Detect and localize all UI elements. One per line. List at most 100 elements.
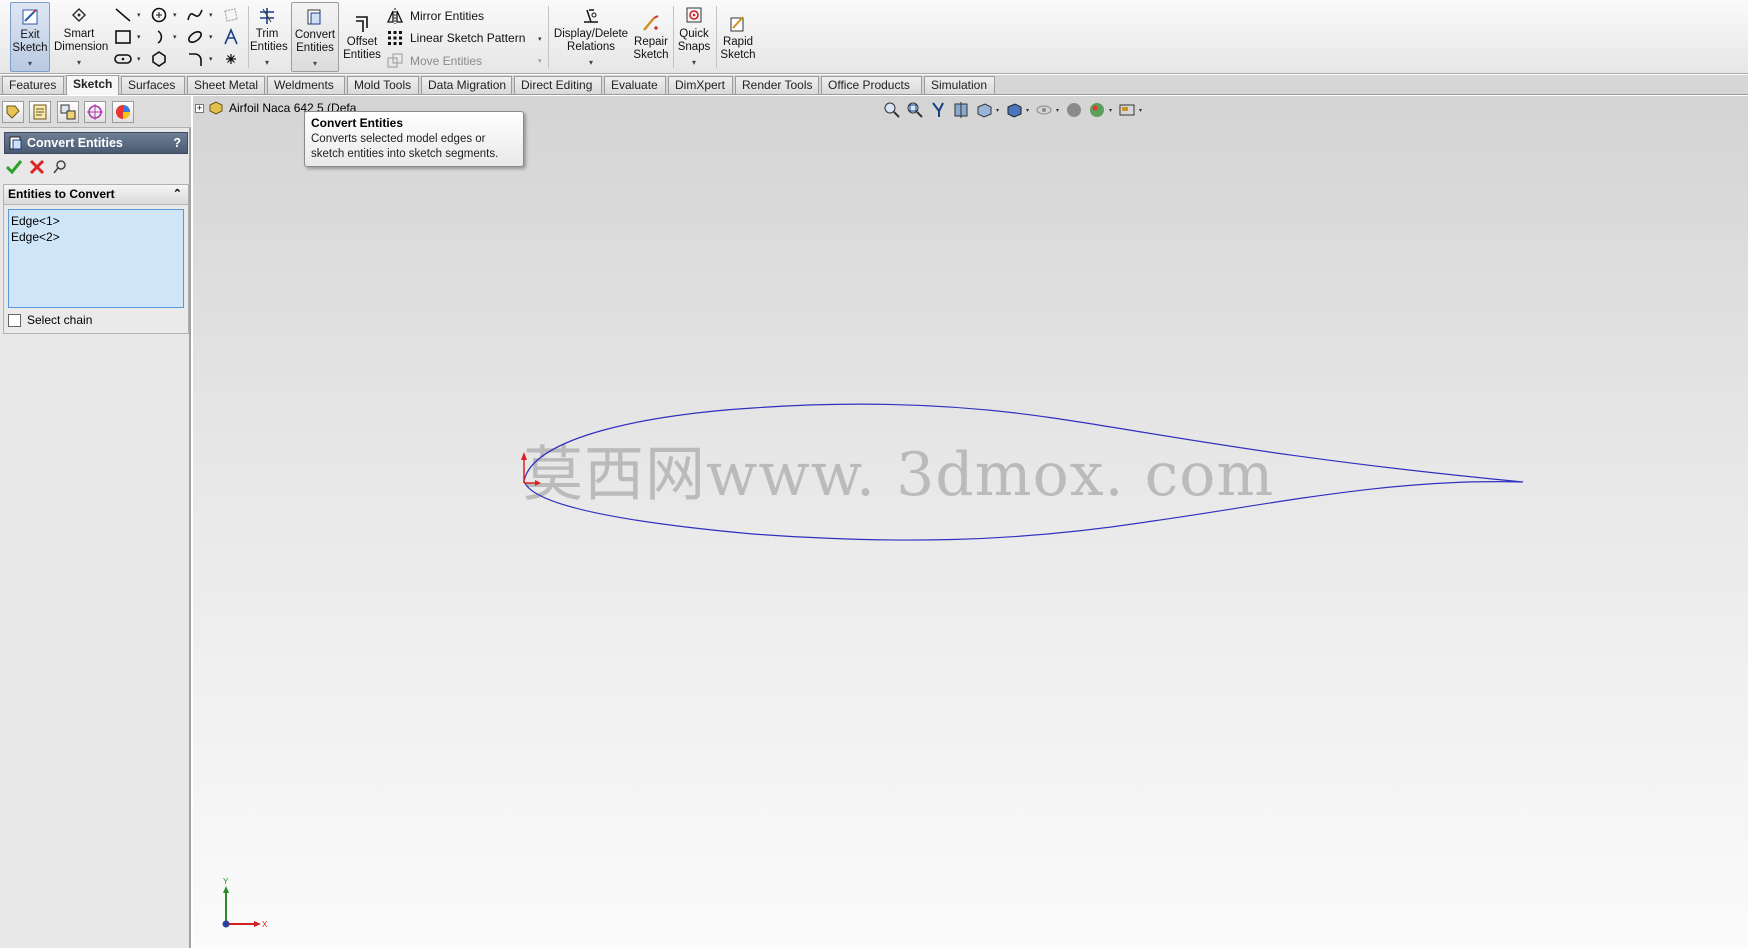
exit-sketch-icon [22,9,38,25]
dimxpert-icon [87,104,103,120]
chevron-down-icon[interactable]: ▾ [137,33,141,41]
tooltip-title: Convert Entities [311,116,404,130]
linear-pattern-label: Linear Sketch Pattern [410,31,526,45]
graphics-area[interactable]: + Airfoil Naca 642 5 (Defa ▾ ▾ ▾ ▾ ▾ 莫西网… [193,96,1748,948]
display-delete-relations-button[interactable]: Display/Delete Relations ▾ [552,2,630,72]
ok-button[interactable] [5,158,23,176]
linear-sketch-pattern-button[interactable]: Linear Sketch Pattern [386,28,525,48]
cancel-button[interactable] [28,158,46,176]
tab-sketch[interactable]: Sketch [66,75,119,95]
quick-snaps-button[interactable]: Quick Snaps ▾ [675,2,713,72]
spline-icon[interactable] [186,6,204,24]
exit-sketch-button[interactable]: Exit Sketch ▾ [10,2,50,72]
circle-icon[interactable] [150,6,168,24]
text-icon[interactable] [222,27,240,46]
triad-y-label: Y [223,877,229,886]
move-label: Move Entities [410,54,483,68]
tab-weldments[interactable]: Weldments [267,76,345,94]
point-icon[interactable] [222,50,240,68]
property-manager-tab[interactable] [29,101,51,123]
tab-render-tools[interactable]: Render Tools [735,76,819,94]
checkmark-icon [5,160,23,175]
tab-direct-editing[interactable]: Direct Editing [514,76,602,94]
smart-dimension-button[interactable]: Smart Dimension ▾ [54,2,108,72]
fillet-icon[interactable] [186,50,204,68]
display-delete-label-2: Relations [567,41,615,53]
close-icon [29,159,45,175]
tab-office-products[interactable]: Office Products [821,76,922,94]
move-entities-button[interactable]: Move Entities [386,51,482,71]
select-chain-checkbox[interactable] [8,313,21,327]
list-item[interactable]: Edge<1> [11,213,181,229]
airfoil-sketch-curve[interactable] [523,403,1524,541]
convert-entities-button[interactable]: Convert Entities ▾ [291,2,339,72]
chevron-down-icon[interactable]: ▾ [292,57,338,70]
dimxpert-manager-tab[interactable] [84,101,106,123]
rapid-sketch-icon [730,16,744,32]
display-delete-label-1: Display/Delete [553,28,629,40]
quick-snaps-icon [686,7,702,23]
tooltip-line-2: sketch entities into sketch segments. [311,148,499,160]
tab-simulation[interactable]: Simulation [924,76,995,94]
offset-entities-button[interactable]: Offset Entities [342,2,382,72]
collapse-icon[interactable]: ⌃ [173,185,182,204]
separator [548,6,549,68]
select-chain-option[interactable]: Select chain [8,313,92,327]
select-chain-label: Select chain [27,313,93,327]
tab-dimxpert[interactable]: DimXpert [668,76,733,94]
arc-icon[interactable] [150,28,168,46]
convert-entities-icon [9,136,22,150]
sketch-origin [521,452,541,486]
line-icon[interactable] [114,6,132,24]
polygon-icon[interactable] [150,50,168,68]
linear-pattern-icon [388,31,402,45]
separator [248,6,249,68]
chevron-down-icon[interactable]: ▾ [137,11,141,19]
chevron-down-icon[interactable]: ▾ [250,56,284,69]
exit-sketch-label-1: Exit [20,29,40,41]
rapid-sketch-button[interactable]: Rapid Sketch [718,2,758,72]
help-button[interactable]: ? [173,133,181,153]
slot-icon[interactable] [114,50,132,68]
smart-dimension-label-2: Dimension [54,41,109,53]
chevron-down-icon[interactable]: ▾ [209,55,213,63]
mirror-entities-button[interactable]: Mirror Entities [386,6,484,26]
tab-sheet-metal[interactable]: Sheet Metal [187,76,265,94]
chevron-down-icon[interactable]: ▾ [538,57,542,65]
chevron-down-icon[interactable]: ▾ [54,56,104,69]
repair-sketch-button[interactable]: Repair Sketch [632,2,670,72]
configuration-manager-tab[interactable] [57,101,79,123]
pushpin-icon [53,160,66,174]
tooltip-body: Converts selected model edges or sketch … [311,132,517,162]
chevron-down-icon[interactable]: ▾ [675,56,713,69]
trim-entities-button[interactable]: Trim Entities ▾ [250,2,288,72]
chevron-down-icon[interactable]: ▾ [137,55,141,63]
ellipse-icon[interactable] [186,28,204,46]
feature-tree-tab[interactable] [2,101,24,123]
tab-features[interactable]: Features [2,76,64,94]
chevron-down-icon[interactable]: ▾ [538,35,542,43]
tab-data-migration[interactable]: Data Migration [421,76,512,94]
chevron-down-icon[interactable]: ▾ [173,11,177,19]
rapid-label-1: Rapid [722,36,754,48]
group-title: Entities to Convert [8,187,115,201]
tab-surfaces[interactable]: Surfaces [121,76,185,94]
quick-snaps-label-2: Snaps [677,41,711,53]
chevron-down-icon[interactable]: ▾ [173,33,177,41]
chevron-down-icon[interactable]: ▾ [11,57,49,70]
offset-entities-icon [356,16,368,32]
tab-evaluate[interactable]: Evaluate [604,76,666,94]
chevron-down-icon[interactable]: ▾ [209,11,213,19]
display-manager-tab[interactable] [112,101,134,123]
plane-icon[interactable] [222,6,240,24]
group-header[interactable]: Entities to Convert ⌃ [4,185,188,205]
move-icon [387,53,403,68]
chevron-down-icon[interactable]: ▾ [209,33,213,41]
tab-mold-tools[interactable]: Mold Tools [347,76,419,94]
repair-sketch-icon [643,15,659,31]
list-item[interactable]: Edge<2> [11,229,181,245]
selection-list[interactable]: Edge<1> Edge<2> [8,209,184,308]
chevron-down-icon[interactable]: ▾ [552,56,630,69]
rectangle-icon[interactable] [114,28,132,46]
pushpin-button[interactable] [51,158,69,176]
